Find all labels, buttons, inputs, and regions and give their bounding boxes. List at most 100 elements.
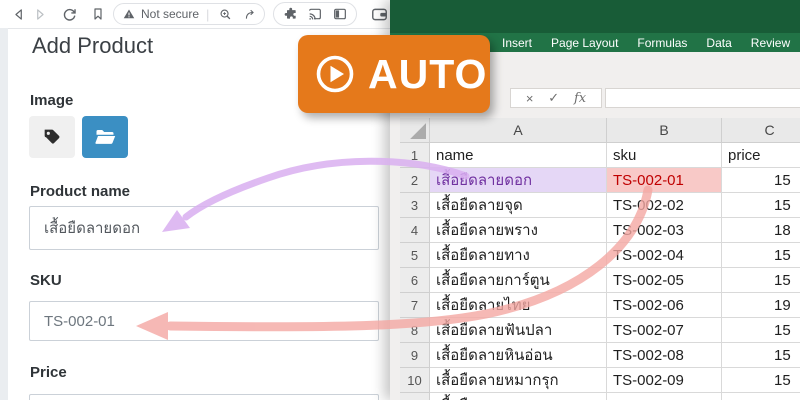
tag-icon [41,126,63,148]
cell-price[interactable]: 15 [722,168,800,193]
row-header[interactable]: 4 [400,218,430,243]
cell-price[interactable]: 15 [722,343,800,368]
back-icon[interactable] [10,5,28,23]
tab-page-layout[interactable]: Page Layout [551,36,618,50]
side-panel-icon[interactable] [332,6,348,22]
cell-sku[interactable]: TS-002-04 [607,243,722,268]
share-icon[interactable] [243,7,258,22]
formula-buttons: × ✓ fx [510,88,602,108]
cell-sku[interactable]: TS-002-02 [607,193,722,218]
open-folder-icon [93,125,117,149]
cell-name-header[interactable]: name [430,143,607,168]
image-browse-button[interactable] [82,116,128,158]
formula-bar-input[interactable] [605,88,800,108]
sku-label: SKU [30,272,62,289]
product-name-input[interactable] [29,206,379,250]
cell-sku[interactable]: TS-002-07 [607,318,722,343]
row-header[interactable]: 2 [400,168,430,193]
row-header[interactable]: 1 [400,143,430,168]
column-header-c[interactable]: C [722,118,800,143]
image-label: Image [30,92,74,109]
enter-check-icon[interactable]: ✓ [548,90,559,106]
cell-name[interactable]: เสื้อยืดลายพราง [430,218,607,243]
row-header[interactable]: 3 [400,193,430,218]
cancel-icon[interactable]: × [526,91,534,106]
row-header[interactable]: 8 [400,318,430,343]
insert-function-icon[interactable]: fx [574,91,586,106]
cell-price[interactable]: 15 [722,193,800,218]
worksheet-grid: A B C 1 name sku price 2 เสื้อยืดลายดอก … [400,118,800,400]
row-header[interactable]: 7 [400,293,430,318]
sheet-row: 9 เสื้อยืดลายหินอ่อน TS-002-08 15 [400,343,800,368]
cell-price[interactable]: 18 [722,218,800,243]
cell-sku[interactable]: TS-002-05 [607,268,722,293]
tab-formulas[interactable]: Formulas [637,36,687,50]
tab-insert[interactable]: Insert [502,36,532,50]
row-header[interactable]: 6 [400,268,430,293]
cell-name[interactable]: เสื้อยืดลาย [430,393,607,400]
cell-name[interactable]: เสื้อยืดลายหินอ่อน [430,343,607,368]
cell-name[interactable]: เสื้อยืดลายจุด [430,193,607,218]
cell-sku[interactable] [607,393,722,400]
column-header-a[interactable]: A [430,118,607,143]
zoom-in-icon[interactable] [218,7,233,22]
screenshot-root: Not secure | Add Product Image Product n… [0,0,800,400]
warning-triangle-icon [122,7,136,21]
page-title: Add Product [32,33,154,58]
address-bar[interactable]: Not secure | [113,3,265,25]
sheet-row: 10 เสื้อยืดลายหมากรุก TS-002-09 15 [400,368,800,393]
cell-price[interactable]: 15 [722,368,800,393]
row-header[interactable]: 5 [400,243,430,268]
reload-icon[interactable] [60,5,78,23]
sheet-row: 11 เสื้อยืดลาย [400,393,800,400]
sku-input[interactable] [29,301,379,341]
sheet-row: 1 name sku price [400,143,800,168]
auto-badge-label: AUTO [368,50,488,97]
cell-price[interactable]: 15 [722,268,800,293]
cell-price[interactable]: 15 [722,243,800,268]
page-left-gutter [0,28,8,400]
cell-sku[interactable]: TS-002-09 [607,368,722,393]
cell-name[interactable]: เสื้อยืดลายฟันปลา [430,318,607,343]
price-input[interactable] [29,394,379,400]
image-tag-button[interactable] [29,116,75,158]
cell-name[interactable]: เสื้อยืดลายการ์ตูน [430,268,607,293]
cell-sku-header[interactable]: sku [607,143,722,168]
row-header[interactable]: 9 [400,343,430,368]
sheet-row: 8 เสื้อยืดลายฟันปลา TS-002-07 15 [400,318,800,343]
excel-titlebar [390,0,800,33]
sheet-row: 5 เสื้อยืดลายทาง TS-002-04 15 [400,243,800,268]
extensions-puzzle-icon[interactable] [283,6,299,22]
cell-sku-highlighted[interactable]: TS-002-01 [607,168,722,193]
cell-sku[interactable]: TS-002-06 [607,293,722,318]
auto-badge[interactable]: AUTO [298,35,490,113]
security-label: Not secure [141,7,200,21]
column-header-b[interactable]: B [607,118,722,143]
cell-sku[interactable]: TS-002-03 [607,218,722,243]
price-label: Price [30,364,67,381]
select-all-triangle-icon [410,123,426,139]
wallet-icon[interactable] [369,5,389,23]
cell-name[interactable]: เสื้อยืดลายหมากรุก [430,368,607,393]
cell-price[interactable]: 19 [722,293,800,318]
cell-name[interactable]: เสื้อยืดลายไทย [430,293,607,318]
cell-price[interactable]: 15 [722,318,800,343]
select-all-corner[interactable] [400,118,430,143]
sheet-row: 7 เสื้อยืดลายไทย TS-002-06 19 [400,293,800,318]
bookmark-icon[interactable] [89,5,107,23]
cell-name[interactable]: เสื้อยืดลายทาง [430,243,607,268]
column-header-row: A B C [400,118,800,143]
sheet-row: 3 เสื้อยืดลายจุด TS-002-02 15 [400,193,800,218]
cell-price[interactable] [722,393,800,400]
cell-price-header[interactable]: price [722,143,800,168]
cell-sku[interactable]: TS-002-08 [607,343,722,368]
cast-icon[interactable] [307,6,323,22]
cell-name-highlighted[interactable]: เสื้อยืดลายดอก [430,168,607,193]
sheet-row: 4 เสื้อยืดลายพราง TS-002-03 18 [400,218,800,243]
tab-data[interactable]: Data [706,36,731,50]
address-divider: | [206,6,210,22]
forward-icon[interactable] [30,5,48,23]
row-header[interactable]: 10 [400,368,430,393]
tab-review[interactable]: Review [751,36,790,50]
row-header[interactable]: 11 [400,393,430,400]
